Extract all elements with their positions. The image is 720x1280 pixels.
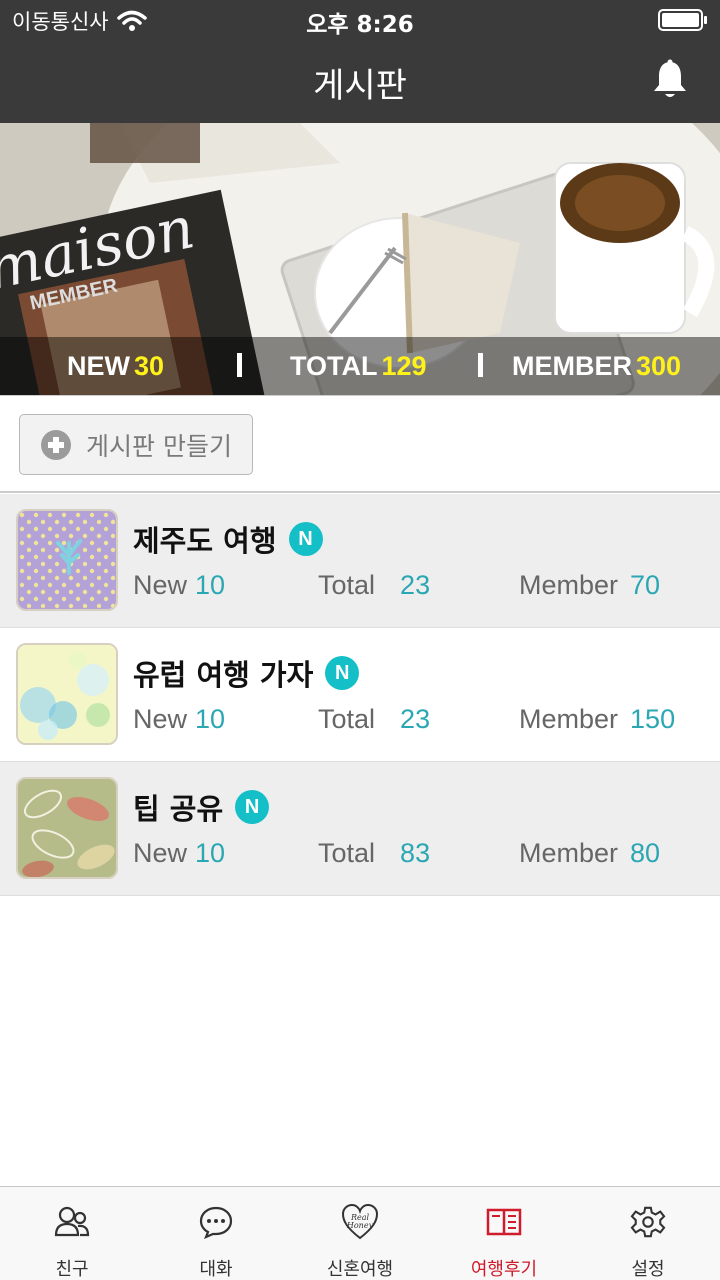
- new-label: New: [133, 838, 188, 868]
- board-member-count: Member 80: [519, 838, 660, 869]
- board-title-text: 제주도 여행: [133, 524, 277, 558]
- stat-member: MEMBER 300: [512, 351, 681, 382]
- new-badge: N: [325, 656, 360, 690]
- board-title-text: 유럽 여행 가자: [133, 658, 314, 692]
- board-list-item[interactable]: 팁 공유 N New 10 Total 83 Member 80: [0, 762, 720, 896]
- member-label: Member: [519, 570, 619, 600]
- tab-friends[interactable]: 친구: [0, 1187, 144, 1280]
- page-title: 게시판: [313, 66, 407, 106]
- board-total-count: Total 83: [318, 838, 430, 869]
- create-board-button[interactable]: 게시판 만들기: [19, 414, 253, 475]
- tab-travel-review[interactable]: 여행후기: [432, 1187, 576, 1280]
- svg-text:Honey: Honey: [346, 1221, 374, 1230]
- stat-new: NEW 30: [67, 351, 164, 382]
- total-value: 23: [400, 570, 431, 600]
- tab-label: 친구: [55, 1259, 89, 1280]
- total-label: Total: [318, 570, 376, 600]
- stat-member-label: MEMBER: [512, 351, 632, 381]
- board-total-count: Total 23: [318, 570, 430, 601]
- battery-icon: [658, 9, 707, 31]
- member-label: Member: [519, 838, 619, 868]
- tab-label: 여행후기: [470, 1259, 538, 1280]
- board-total-count: Total 23: [318, 704, 430, 735]
- tab-honeymoon[interactable]: Real Honey 신혼여행: [288, 1187, 432, 1280]
- member-value: 80: [630, 838, 661, 868]
- new-badge: N: [235, 790, 270, 824]
- app-header: 게시판: [0, 40, 720, 123]
- board-list-item[interactable]: 유럽 여행 가자 N New 10 Total 23 Member 150: [0, 628, 720, 762]
- board-title: 팁 공유 N: [133, 786, 270, 828]
- friends-icon: [54, 1206, 90, 1237]
- board-member-count: Member 150: [519, 704, 675, 735]
- tab-settings[interactable]: 설정: [576, 1187, 720, 1280]
- travel-review-book-icon: [486, 1208, 522, 1236]
- board-list-item[interactable]: 제주도 여행 N New 10 Total 23 Member 70: [0, 494, 720, 628]
- total-value: 23: [400, 704, 431, 734]
- member-label: Member: [519, 704, 619, 734]
- new-value: 10: [195, 838, 226, 868]
- member-value: 150: [630, 704, 676, 734]
- stat-new-value: 30: [134, 351, 165, 381]
- board-new-count: New 10: [133, 838, 225, 869]
- stat-total-value: 129: [381, 351, 427, 381]
- tab-label: 대화: [199, 1259, 233, 1280]
- board-banner: maison MEMBER NEW 30 TOTAL 129 MEMBER 300: [0, 123, 720, 395]
- stat-divider: [237, 353, 242, 377]
- stat-divider: [478, 353, 483, 377]
- status-time: 오후 8:26: [306, 12, 414, 38]
- total-label: Total: [318, 838, 376, 868]
- board-member-count: Member 70: [519, 570, 660, 601]
- settings-gear-icon: [630, 1206, 666, 1238]
- board-title: 제주도 여행 N: [133, 518, 323, 560]
- stat-new-label: NEW: [67, 351, 130, 381]
- tab-label: 설정: [631, 1259, 665, 1280]
- new-value: 10: [195, 704, 226, 734]
- stats-bar: NEW 30 TOTAL 129 MEMBER 300: [0, 337, 720, 395]
- chat-icon: [199, 1206, 233, 1239]
- stat-member-value: 300: [636, 351, 682, 381]
- new-label: New: [133, 570, 188, 600]
- board-new-count: New 10: [133, 704, 225, 735]
- new-value: 10: [195, 570, 226, 600]
- stat-total-label: TOTAL: [290, 351, 378, 381]
- create-board-section: 게시판 만들기: [0, 395, 720, 493]
- new-label: New: [133, 704, 188, 734]
- bell-icon[interactable]: [650, 58, 690, 102]
- member-value: 70: [630, 570, 661, 600]
- new-badge: N: [288, 522, 323, 556]
- create-board-label: 게시판 만들기: [86, 431, 232, 461]
- stat-total: TOTAL 129: [290, 351, 427, 382]
- board-thumbnail: [16, 777, 118, 879]
- plus-circle-icon: [41, 429, 71, 460]
- board-title-text: 팁 공유: [133, 792, 224, 826]
- bottom-tab-bar: 친구 대화 Real Honey 신혼여행 여행후기 설정: [0, 1186, 720, 1280]
- tab-chat[interactable]: 대화: [144, 1187, 288, 1280]
- status-bar: 이동통신사 오후 8:26: [0, 0, 720, 40]
- total-label: Total: [318, 704, 376, 734]
- board-title: 유럽 여행 가자 N: [133, 652, 360, 694]
- honeymoon-heart-icon: Real Honey: [341, 1203, 379, 1240]
- board-thumbnail: [16, 643, 118, 745]
- board-thumbnail: [16, 509, 118, 611]
- tab-label: 신혼여행: [326, 1259, 394, 1280]
- total-value: 83: [400, 838, 431, 868]
- board-new-count: New 10: [133, 570, 225, 601]
